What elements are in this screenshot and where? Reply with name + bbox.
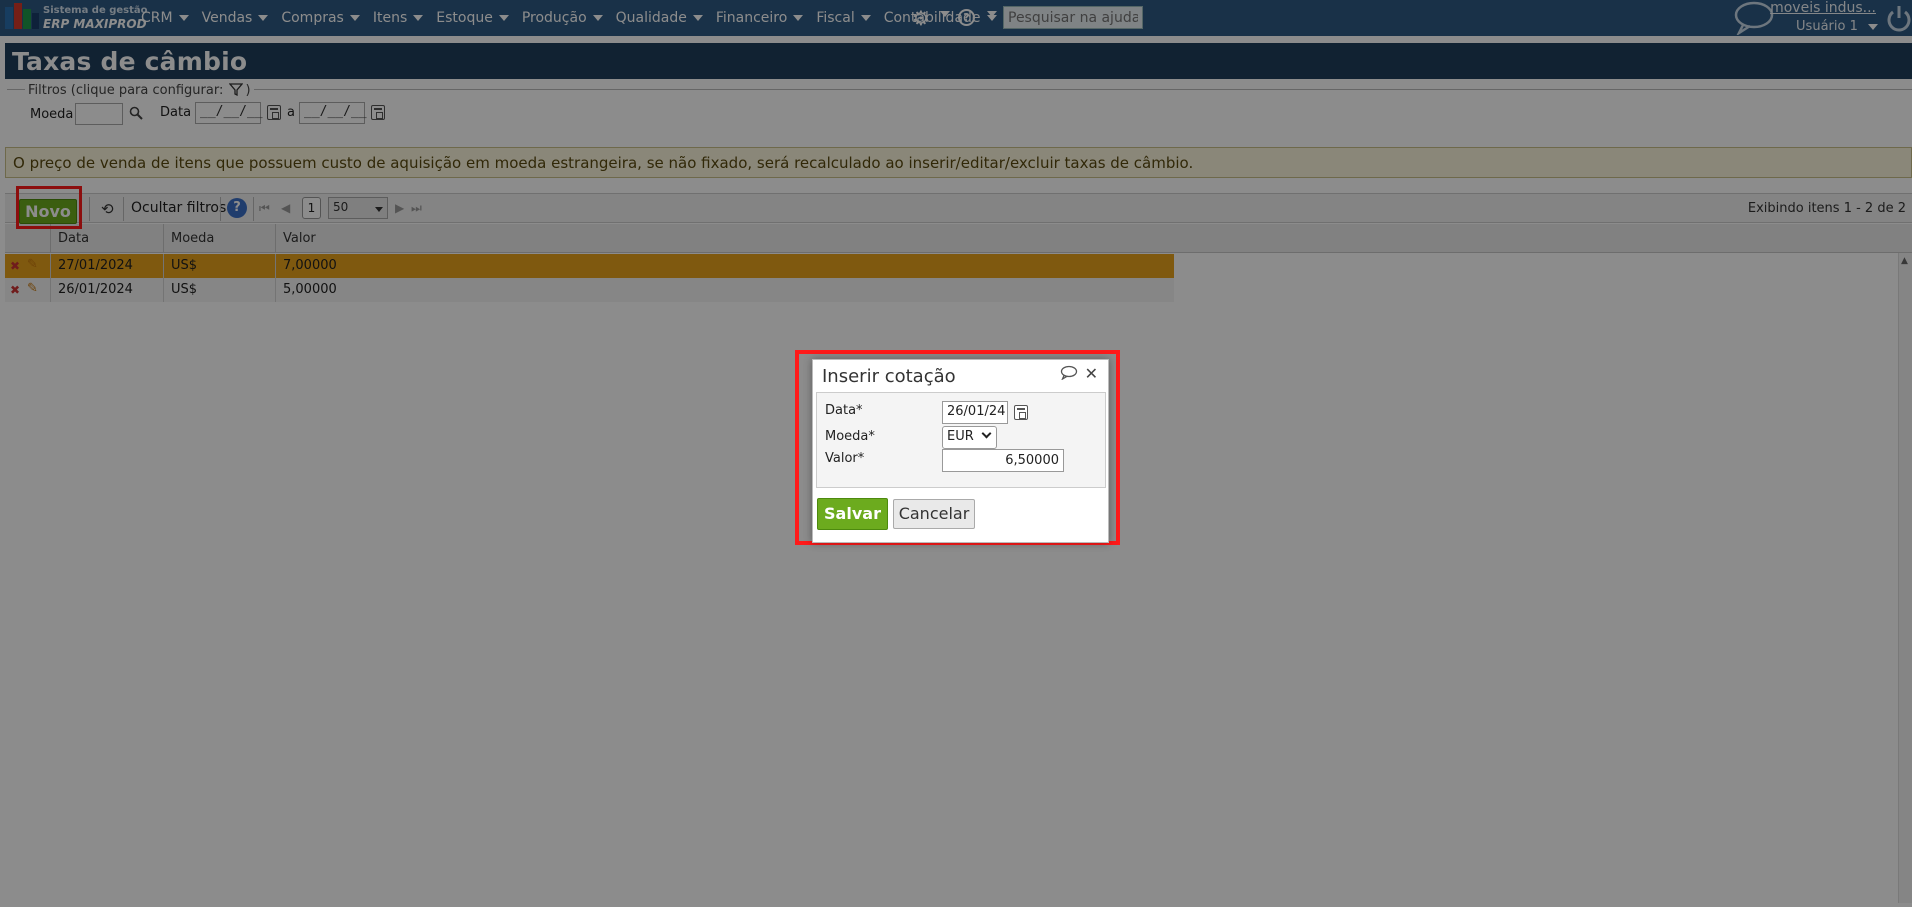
moeda-label: Moeda* (825, 429, 875, 444)
chevron-down-icon (981, 428, 992, 439)
dialog-form: Data* 26/01/24 Moeda* EUR Valor* (816, 392, 1106, 488)
calendar-icon[interactable] (1014, 405, 1028, 420)
dialog-title: Inserir cotação (822, 366, 956, 387)
inserir-cotacao-dialog: Inserir cotação ✕ Data* 26/01/24 Moeda* … (812, 359, 1109, 543)
close-icon[interactable]: ✕ (1085, 364, 1098, 383)
data-input[interactable]: 26/01/24 (942, 401, 1008, 424)
moeda-select[interactable]: EUR (942, 426, 997, 449)
data-label: Data* (825, 403, 863, 418)
salvar-button[interactable]: Salvar (817, 498, 888, 530)
valor-label: Valor* (825, 451, 865, 466)
cancelar-button[interactable]: Cancelar (893, 499, 975, 529)
valor-input[interactable] (942, 449, 1064, 472)
comment-icon[interactable] (1060, 365, 1078, 380)
